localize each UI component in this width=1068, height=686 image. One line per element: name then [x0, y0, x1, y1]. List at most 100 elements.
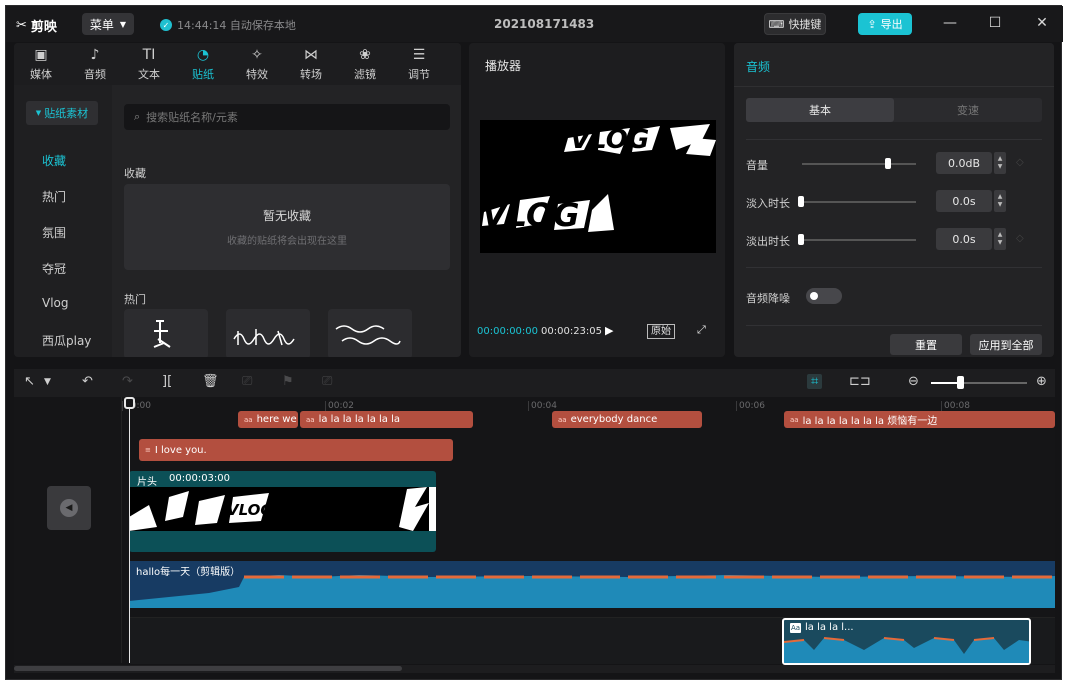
- original-ratio-button[interactable]: 原始: [647, 324, 675, 339]
- link-clips-icon[interactable]: ⊏⊐: [849, 374, 871, 389]
- tab-basic[interactable]: 基本: [746, 98, 894, 122]
- video-clip[interactable]: 片头 00:00:03:00 VLOG VLOG: [129, 471, 436, 552]
- text-clip[interactable]: aa here we: [238, 411, 298, 428]
- resource-toolbar: ▣ 媒体 ♪ 音频 TI 文本 ◔ 贴纸 ✧ 特效 ⋈ 转场 ❀ 滤镜 ☰ 调节: [14, 43, 461, 85]
- volume-slider[interactable]: [802, 163, 916, 165]
- text-clip[interactable]: aa everybody dance: [552, 411, 702, 428]
- text-clip-icon: aa: [558, 415, 567, 424]
- video-thumb-strip: VLOG VLOG: [129, 487, 436, 531]
- zoom-out-icon[interactable]: ⊖: [908, 374, 919, 389]
- divider: [746, 325, 1042, 326]
- volume-slider-knob[interactable]: [885, 158, 891, 169]
- fade-out-slider-knob[interactable]: [798, 234, 804, 245]
- sticker-thumb-3[interactable]: [328, 309, 412, 357]
- fade-out-slider[interactable]: [802, 239, 916, 241]
- sidebar-item-champion[interactable]: 夺冠: [42, 260, 66, 277]
- transition-icon: ⋈: [304, 46, 318, 63]
- redo-icon[interactable]: ↷: [122, 374, 133, 389]
- fade-in-slider[interactable]: [802, 201, 916, 203]
- ruler-tick: [528, 401, 529, 411]
- sidebar-item-favorites[interactable]: 收藏: [42, 152, 66, 169]
- select-tool-icon[interactable]: ↖: [24, 374, 35, 389]
- sidebar-item-vlog[interactable]: Vlog: [42, 296, 69, 310]
- keyframe-icon[interactable]: ◇: [1016, 157, 1024, 168]
- sticker-thumb-2[interactable]: [226, 309, 310, 357]
- magnet-snap-icon[interactable]: ⌗: [807, 374, 823, 389]
- chevron-down-icon: ▼: [119, 19, 127, 29]
- sidebar-item-hot[interactable]: 热门: [42, 188, 66, 205]
- denoise-toggle[interactable]: [806, 288, 842, 304]
- caret-down-icon: ▼: [35, 109, 42, 117]
- volume-value[interactable]: 0.0dB: [936, 152, 992, 174]
- title-bar: ✂ 剪映 菜单 ▼ ✓ 14:44:14 自动保存本地 202108171483 ⌨ 快…: [6, 6, 1063, 42]
- timeline-horizontal-scrollbar[interactable]: [14, 665, 1055, 673]
- sticker-art-1: [153, 320, 171, 348]
- chevron-down-icon[interactable]: ▼: [44, 377, 51, 387]
- fade-out-value[interactable]: 0.0s: [936, 228, 992, 250]
- chevron-down-icon: ▼: [997, 201, 1003, 208]
- tab-audio[interactable]: ♪ 音频: [68, 43, 122, 85]
- tab-filter[interactable]: ❀ 滤镜: [338, 43, 392, 85]
- tab-media[interactable]: ▣ 媒体: [14, 43, 68, 85]
- export-button[interactable]: ⇪ 导出: [858, 13, 912, 35]
- tab-text[interactable]: TI 文本: [122, 43, 176, 85]
- text-clip-icon: aa: [306, 415, 315, 424]
- sticker-search-input[interactable]: ⌕ 搜索贴纸名称/元素: [124, 104, 450, 130]
- track-mute-button[interactable]: ◀: [47, 486, 91, 530]
- play-icon[interactable]: ▶: [605, 324, 613, 337]
- fade-in-label: 淡入时长: [746, 197, 790, 210]
- playhead-line[interactable]: [129, 401, 130, 663]
- effects-icon: ✧: [251, 46, 263, 63]
- minimize-button[interactable]: —: [941, 15, 959, 31]
- crop-icon[interactable]: ⎚: [322, 374, 332, 389]
- ruler-label: 00:06: [739, 401, 765, 411]
- marker-icon[interactable]: ⚑: [282, 374, 294, 389]
- svg-text:VLOG: VLOG: [482, 196, 579, 234]
- text-clip[interactable]: aa la la la la la la la: [300, 411, 473, 428]
- sticker-thumb-1[interactable]: [124, 309, 208, 357]
- text-clip-icon: aa: [790, 415, 799, 424]
- audio-panel-header: 音频: [734, 43, 1054, 87]
- fade-in-stepper[interactable]: ▲ ▼: [994, 190, 1006, 212]
- shortcut-button[interactable]: ⌨ 快捷键: [764, 13, 826, 35]
- undo-icon[interactable]: ↶: [82, 374, 93, 389]
- apply-all-button[interactable]: 应用到全部: [970, 334, 1042, 355]
- tab-adjust[interactable]: ☰ 调节: [392, 43, 446, 85]
- category-sticker-assets[interactable]: ▼ 贴纸素材: [26, 101, 98, 125]
- divider: [746, 139, 1042, 140]
- tab-sticker[interactable]: ◔ 贴纸: [176, 43, 230, 85]
- delete-icon[interactable]: 🗑: [202, 374, 219, 389]
- audio-sub-clip[interactable]: Aa la la la l...: [782, 618, 1031, 665]
- video-clip-label: 片头: [137, 477, 157, 488]
- fade-in-slider-knob[interactable]: [798, 196, 804, 207]
- tab-effects[interactable]: ✧ 特效: [230, 43, 284, 85]
- keyframe-icon[interactable]: ◇: [1016, 233, 1024, 244]
- freeze-icon[interactable]: ⎚: [242, 374, 252, 389]
- text-clip[interactable]: aa la la la la la la la 烦恼有一边: [784, 411, 1055, 428]
- audio-clip[interactable]: hallo每一天（剪辑版）: [129, 561, 1055, 608]
- volume-stepper[interactable]: ▲ ▼: [994, 152, 1006, 174]
- tab-transition[interactable]: ⋈ 转场: [284, 43, 338, 85]
- zoom-in-icon[interactable]: ⊕: [1036, 374, 1047, 389]
- fade-in-value[interactable]: 0.0s: [936, 190, 992, 212]
- video-preview[interactable]: VLOG VLOG: [480, 120, 716, 253]
- zoom-slider-knob[interactable]: [957, 376, 964, 389]
- playhead-handle[interactable]: [124, 397, 135, 409]
- maximize-button[interactable]: ☐: [986, 15, 1004, 31]
- media-panel: ▣ 媒体 ♪ 音频 TI 文本 ◔ 贴纸 ✧ 特效 ⋈ 转场 ❀ 滤镜 ☰ 调节 ▼ 贴纸素材 收…: [14, 43, 461, 357]
- ruler-tick: [736, 401, 737, 411]
- menu-button[interactable]: 菜单 ▼: [82, 13, 134, 35]
- fade-out-stepper[interactable]: ▲ ▼: [994, 228, 1006, 250]
- sidebar-item-xigua-play[interactable]: 西瓜play: [42, 332, 91, 349]
- text-clip[interactable]: ≡ I love you.: [139, 439, 453, 461]
- close-button[interactable]: ✕: [1033, 15, 1051, 31]
- scrollbar-thumb[interactable]: [14, 666, 402, 671]
- reset-button[interactable]: 重置: [890, 334, 962, 355]
- split-icon[interactable]: ][: [162, 374, 172, 389]
- fullscreen-icon[interactable]: ⤢: [697, 323, 706, 337]
- text-clip-icon: aa: [244, 415, 253, 424]
- sidebar-item-atmosphere[interactable]: 氛围: [42, 224, 66, 241]
- tab-speed[interactable]: 变速: [894, 98, 1042, 122]
- sticker-art-3: [335, 325, 401, 345]
- logo-icon: ✂: [16, 18, 27, 33]
